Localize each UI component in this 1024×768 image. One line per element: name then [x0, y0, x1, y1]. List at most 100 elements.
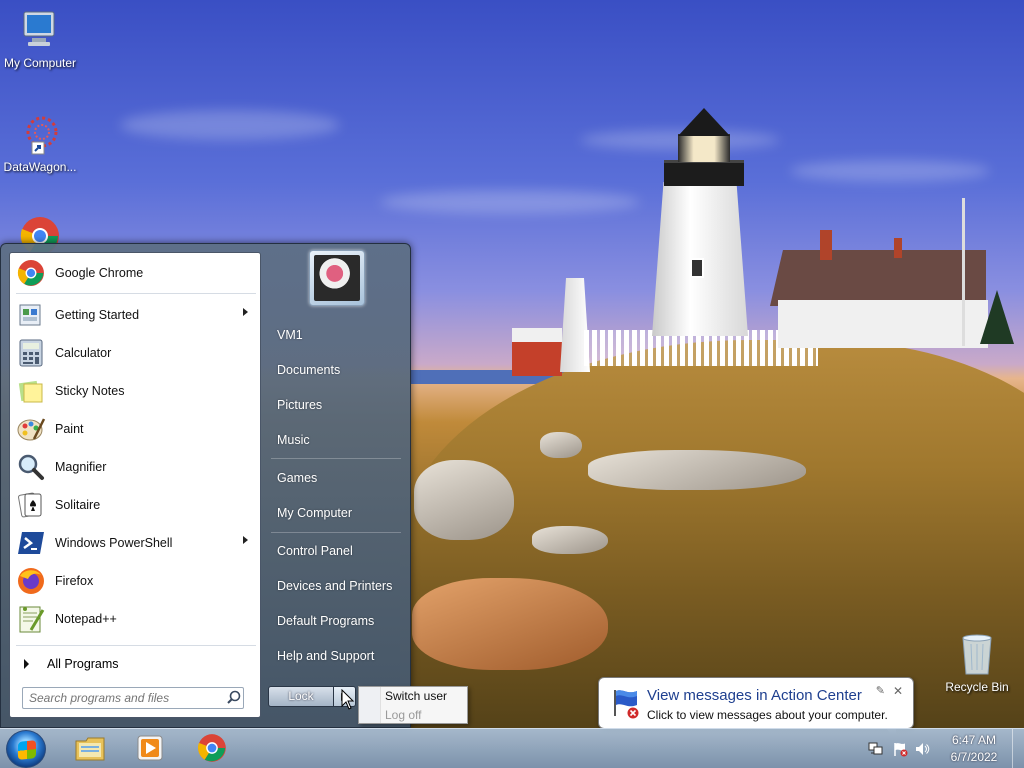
program-label: Paint — [55, 422, 84, 436]
close-icon[interactable]: ✕ — [893, 684, 903, 698]
speaker-icon[interactable] — [914, 741, 930, 757]
start-menu-programs-pane: Google Chrome Getting Started Calculator… — [9, 252, 261, 718]
getting-started-icon — [15, 299, 47, 331]
program-sticky-notes[interactable]: Sticky Notes — [12, 373, 258, 409]
link-control-panel[interactable]: Control Panel — [277, 544, 353, 558]
windows-logo-icon — [18, 740, 36, 760]
balloon-text: Click to view messages about your comput… — [647, 708, 888, 722]
programs-separator — [16, 645, 256, 646]
show-desktop-button[interactable] — [1012, 729, 1024, 768]
explorer-icon — [74, 733, 106, 766]
wallpaper-rock — [540, 432, 582, 458]
program-getting-started[interactable]: Getting Started — [12, 297, 258, 333]
lock-button[interactable]: Lock — [268, 686, 334, 707]
clock-date: 6/7/2022 — [950, 750, 998, 764]
link-pictures[interactable]: Pictures — [277, 398, 322, 412]
desktop-icon-label: My Computer — [3, 56, 77, 70]
wallpaper-shed — [512, 328, 562, 376]
program-paint[interactable]: Paint — [12, 411, 258, 447]
start-button[interactable] — [6, 730, 46, 768]
wallpaper-house — [778, 300, 988, 348]
desktop-icon-datawagon[interactable]: DataWagon... — [0, 112, 80, 174]
start-menu-right-pane: VM1 Documents Pictures Music Games My Co… — [263, 244, 411, 729]
program-windows-powershell[interactable]: Windows PowerShell — [12, 525, 258, 561]
menu-item-switch-user[interactable]: Switch user — [385, 689, 447, 703]
action-center-flag-icon — [609, 686, 643, 720]
link-music[interactable]: Music — [277, 433, 310, 447]
submenu-arrow-icon[interactable] — [243, 536, 248, 544]
notepadpp-icon — [15, 603, 47, 635]
calculator-icon — [15, 337, 47, 369]
balloon-title: View messages in Action Center — [647, 687, 862, 704]
program-google-chrome[interactable]: Google Chrome — [12, 255, 258, 291]
program-firefox[interactable]: Firefox — [12, 563, 258, 599]
triangle-right-icon — [24, 659, 29, 669]
program-label: Calculator — [55, 346, 112, 360]
all-programs-button[interactable]: All Programs — [12, 651, 258, 677]
program-label: Windows PowerShell — [55, 536, 173, 550]
link-help-and-support[interactable]: Help and Support — [277, 649, 374, 663]
wallpaper-house-roof — [770, 250, 986, 306]
link-devices-and-printers[interactable]: Devices and Printers — [277, 579, 392, 593]
chrome-icon — [196, 732, 228, 767]
right-separator — [271, 532, 401, 533]
desktop-icon-recycle-bin[interactable]: Recycle Bin — [940, 630, 1014, 694]
action-center-balloon[interactable]: View messages in Action Center Click to … — [598, 677, 914, 729]
program-notepadpp[interactable]: Notepad++ — [12, 601, 258, 637]
start-menu: Google Chrome Getting Started Calculator… — [0, 243, 411, 728]
magnifier-icon — [15, 451, 47, 483]
link-default-programs[interactable]: Default Programs — [277, 614, 374, 628]
chrome-icon — [15, 257, 47, 289]
link-games[interactable]: Games — [277, 471, 317, 485]
wallpaper-cloud — [380, 190, 640, 214]
search-input[interactable] — [23, 689, 225, 707]
wallpaper-rock — [588, 450, 806, 490]
desktop-icon-my-computer[interactable]: My Computer — [0, 8, 80, 70]
program-magnifier[interactable]: Magnifier — [12, 449, 258, 485]
solitaire-icon — [15, 489, 47, 521]
search-icon[interactable] — [225, 689, 243, 707]
sticky-notes-icon — [15, 375, 47, 407]
program-label: Magnifier — [55, 460, 107, 474]
start-search-box[interactable] — [22, 687, 244, 709]
taskbar-explorer-button[interactable] — [62, 731, 118, 767]
paint-icon — [15, 413, 47, 445]
wallpaper-rock — [412, 578, 608, 670]
taskbar-media-player-button[interactable] — [122, 731, 178, 767]
user-avatar[interactable] — [309, 250, 365, 306]
avatar-image — [314, 255, 360, 301]
program-label: Getting Started — [55, 308, 140, 322]
link-documents[interactable]: Documents — [277, 363, 340, 377]
program-label: Sticky Notes — [55, 384, 125, 398]
media-player-icon — [135, 733, 165, 766]
datawagon-icon — [18, 112, 62, 156]
recycle-bin-icon — [957, 630, 997, 676]
wallpaper-lighthouse-cap — [678, 108, 730, 136]
wallpaper-rock — [532, 526, 608, 554]
desktop-icon-label: DataWagon... — [3, 160, 77, 174]
link-my-computer[interactable]: My Computer — [277, 506, 352, 520]
link-vm1[interactable]: VM1 — [277, 328, 303, 342]
power-options-menu: Switch user Log off — [358, 686, 468, 724]
taskbar-clock[interactable]: 6:47 AM 6/7/2022 — [944, 732, 1004, 766]
right-separator — [271, 458, 401, 459]
clock-time: 6:47 AM — [951, 733, 997, 747]
mouse-cursor-icon — [341, 688, 355, 711]
recycle-bin-label: Recycle Bin — [945, 680, 1009, 694]
wallpaper-lighthouse-window — [690, 258, 704, 278]
submenu-arrow-icon[interactable] — [243, 308, 248, 316]
program-calculator[interactable]: Calculator — [12, 335, 258, 371]
wallpaper-rock — [414, 460, 514, 540]
action-center-flag-icon[interactable] — [892, 741, 908, 757]
menu-item-log-off[interactable]: Log off — [385, 708, 421, 722]
program-label: Notepad++ — [55, 612, 117, 626]
options-icon[interactable]: ✎ — [876, 684, 885, 697]
taskbar-chrome-button[interactable] — [184, 731, 240, 767]
wallpaper-flagpole — [962, 198, 965, 346]
wallpaper-cloud — [790, 160, 990, 182]
wallpaper-cloud — [120, 110, 340, 140]
menu-gutter — [359, 687, 381, 723]
programs-separator — [16, 293, 256, 294]
network-icon[interactable] — [868, 741, 884, 757]
program-solitaire[interactable]: Solitaire — [12, 487, 258, 523]
